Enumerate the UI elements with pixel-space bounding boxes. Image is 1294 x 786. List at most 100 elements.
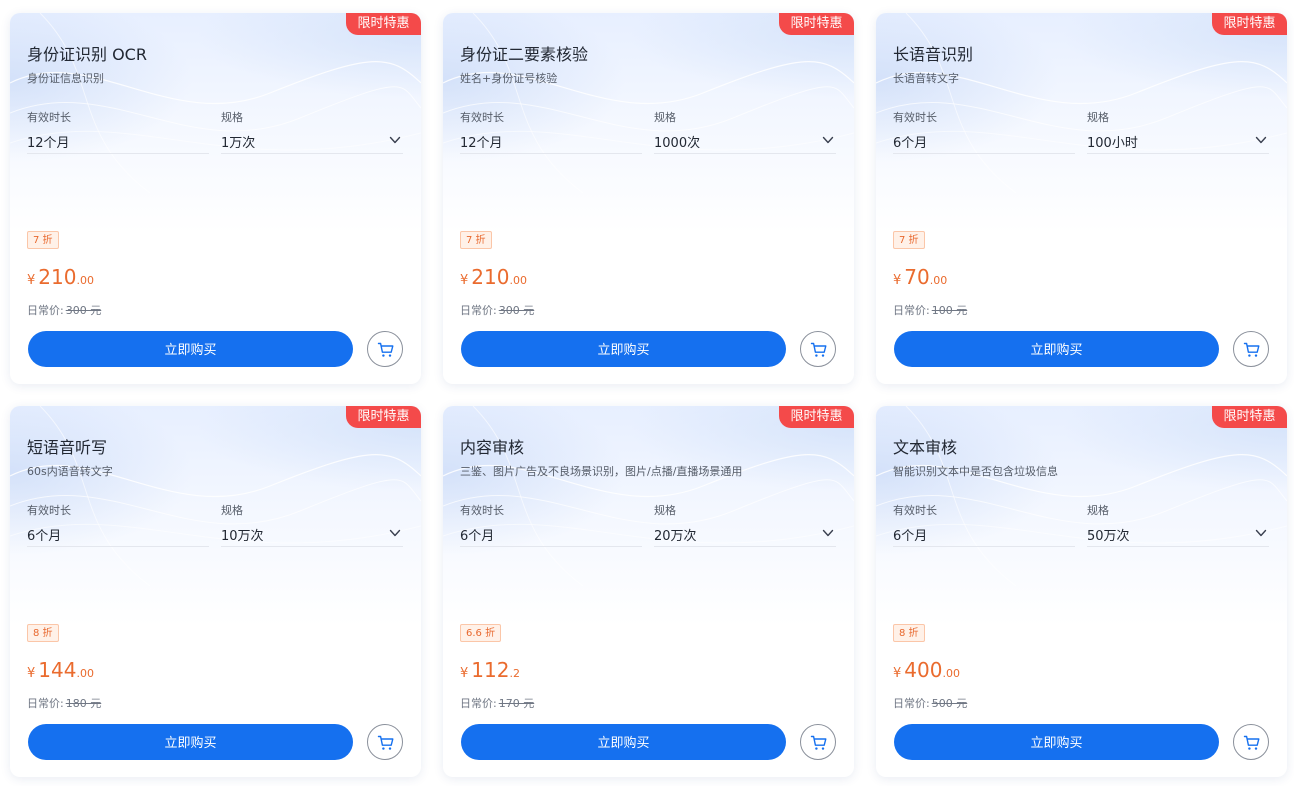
- add-to-cart-button[interactable]: [800, 724, 836, 760]
- price-decimal: .2: [509, 667, 520, 680]
- spec-label: 规格: [221, 504, 243, 517]
- add-to-cart-button[interactable]: [800, 331, 836, 367]
- chevron-down-icon[interactable]: [821, 526, 835, 540]
- price-integer: 210: [38, 265, 77, 289]
- discount-tag: 6.6 折: [460, 624, 502, 642]
- original-price: 日常价: 300 元: [460, 302, 534, 318]
- chevron-down-icon[interactable]: [388, 133, 402, 147]
- duration-label: 有效时长: [27, 504, 71, 517]
- add-to-cart-button[interactable]: [1233, 331, 1269, 367]
- product-card: 限时特惠 内容审核 三鉴、图片广告及不良场景识别，图片/点播/直播场景通用 有效时长 6…: [443, 406, 854, 777]
- currency-symbol: ¥: [27, 273, 36, 288]
- duration-label: 有效时长: [460, 111, 504, 124]
- price-decimal: .00: [76, 667, 94, 680]
- currency-symbol: ¥: [893, 273, 902, 288]
- sale-price: ¥210.00: [460, 265, 527, 289]
- duration-underline: [27, 546, 209, 547]
- spec-label: 规格: [654, 111, 676, 124]
- add-to-cart-button[interactable]: [367, 724, 403, 760]
- price-decimal: .00: [942, 667, 960, 680]
- discount-tag: 7 折: [893, 231, 925, 249]
- currency-symbol: ¥: [460, 666, 469, 681]
- add-to-cart-button[interactable]: [367, 331, 403, 367]
- duration-value: 6个月: [27, 529, 62, 544]
- duration-value: 12个月: [460, 136, 503, 151]
- original-price-label: 日常价:: [460, 304, 497, 317]
- original-price-label: 日常价:: [27, 304, 64, 317]
- price-integer: 400: [904, 658, 943, 682]
- duration-label: 有效时长: [893, 111, 937, 124]
- buy-now-button[interactable]: 立即购买: [28, 331, 353, 367]
- spec-value[interactable]: 100小时: [1087, 132, 1138, 151]
- buy-now-button[interactable]: 立即购买: [28, 724, 353, 760]
- buy-now-button[interactable]: 立即购买: [461, 724, 786, 760]
- original-price-value: 100 元: [931, 304, 968, 317]
- spec-value[interactable]: 10万次: [221, 525, 264, 544]
- spec-label: 规格: [1087, 111, 1109, 124]
- price-integer: 112: [471, 658, 510, 682]
- price-decimal: .00: [76, 274, 94, 287]
- duration-value: 6个月: [893, 136, 928, 151]
- spec-label: 规格: [221, 111, 243, 124]
- product-card: 限时特惠 身份证识别 OCR 身份证信息识别 有效时长 12个月 规格 1万次 7 折 ¥210…: [10, 13, 421, 384]
- duration-underline: [460, 546, 642, 547]
- product-subtitle: 姓名+身份证号核验: [460, 72, 558, 85]
- discount-tag: 8 折: [27, 624, 59, 642]
- product-subtitle: 60s内语音转文字: [27, 465, 113, 478]
- original-price-label: 日常价:: [27, 697, 64, 710]
- duration-value: 12个月: [27, 136, 70, 151]
- spec-value[interactable]: 1000次: [654, 132, 700, 151]
- spec-value[interactable]: 50万次: [1087, 525, 1130, 544]
- product-card: 限时特惠 短语音听写 60s内语音转文字 有效时长 6个月 规格 10万次 8 折 ¥144.0…: [10, 406, 421, 777]
- cart-icon: [377, 342, 394, 357]
- spec-underline: [221, 153, 403, 154]
- spec-label: 规格: [654, 504, 676, 517]
- spec-value[interactable]: 20万次: [654, 525, 697, 544]
- spec-label: 规格: [1087, 504, 1109, 517]
- original-price: 日常价: 100 元: [893, 302, 967, 318]
- original-price-value: 170 元: [498, 697, 535, 710]
- original-price-label: 日常价:: [893, 304, 930, 317]
- sale-price: ¥70.00: [893, 265, 947, 289]
- product-title: 身份证识别 OCR: [27, 45, 147, 64]
- cart-icon: [377, 735, 394, 750]
- spec-underline: [1087, 546, 1269, 547]
- price-decimal: .00: [929, 274, 948, 287]
- spec-value[interactable]: 1万次: [221, 132, 255, 151]
- limited-offer-badge: 限时特惠: [1212, 406, 1287, 428]
- product-title: 文本审核: [893, 438, 958, 457]
- cart-icon: [810, 342, 827, 357]
- limited-offer-badge: 限时特惠: [1212, 13, 1287, 35]
- buy-now-button[interactable]: 立即购买: [894, 331, 1219, 367]
- original-price: 日常价: 180 元: [27, 695, 101, 711]
- product-subtitle: 智能识别文本中是否包含垃圾信息: [893, 465, 1058, 478]
- cart-icon: [810, 735, 827, 750]
- product-title: 短语音听写: [27, 438, 108, 457]
- chevron-down-icon[interactable]: [821, 133, 835, 147]
- product-title: 内容审核: [460, 438, 525, 457]
- product-subtitle: 长语音转文字: [893, 72, 959, 85]
- chevron-down-icon[interactable]: [1254, 526, 1268, 540]
- original-price: 日常价: 300 元: [27, 302, 101, 318]
- product-card: 限时特惠 长语音识别 长语音转文字 有效时长 6个月 规格 100小时 7 折 ¥70.00 日常…: [876, 13, 1287, 384]
- discount-tag: 7 折: [27, 231, 59, 249]
- currency-symbol: ¥: [27, 666, 36, 681]
- buy-now-button[interactable]: 立即购买: [461, 331, 786, 367]
- chevron-down-icon[interactable]: [388, 526, 402, 540]
- spec-underline: [654, 546, 836, 547]
- original-price-label: 日常价:: [460, 697, 497, 710]
- duration-underline: [460, 153, 642, 154]
- original-price-value: 300 元: [65, 304, 102, 317]
- add-to-cart-button[interactable]: [1233, 724, 1269, 760]
- duration-label: 有效时长: [893, 504, 937, 517]
- buy-now-button[interactable]: 立即购买: [894, 724, 1219, 760]
- limited-offer-badge: 限时特惠: [346, 406, 421, 428]
- spec-underline: [654, 153, 836, 154]
- original-price: 日常价: 170 元: [460, 695, 534, 711]
- sale-price: ¥112.2: [460, 658, 520, 682]
- original-price-value: 500 元: [931, 697, 968, 710]
- sale-price: ¥400.00: [893, 658, 960, 682]
- duration-value: 6个月: [460, 529, 495, 544]
- chevron-down-icon[interactable]: [1254, 133, 1268, 147]
- original-price: 日常价: 500 元: [893, 695, 967, 711]
